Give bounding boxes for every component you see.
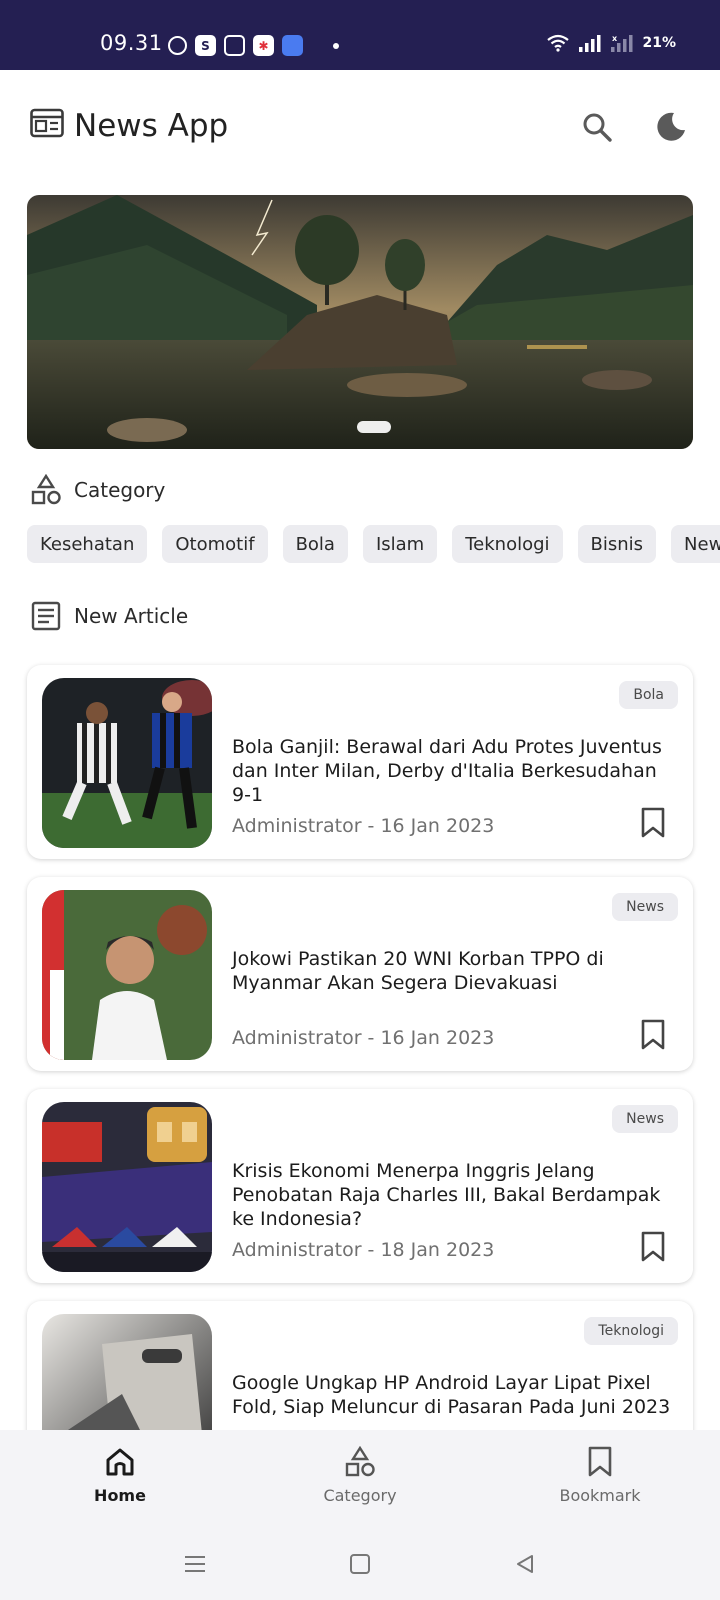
category-chip-list: Kesehatan Otomotif Bola Islam Teknologi …	[27, 525, 720, 563]
category-chip-bola[interactable]: Bola	[282, 525, 348, 563]
bookmark-button[interactable]	[635, 1229, 671, 1265]
whatsapp-icon	[168, 36, 187, 55]
bookmark-icon	[641, 807, 665, 838]
system-navigation-bar	[0, 1525, 720, 1600]
bookmark-icon	[588, 1446, 612, 1477]
nav-bookmark[interactable]: Bookmark	[480, 1430, 720, 1525]
signal-2-icon: x	[611, 34, 633, 52]
square-icon	[350, 1554, 370, 1574]
signal-icon	[579, 35, 601, 52]
app-icon: ✱	[253, 35, 274, 56]
home-system-button[interactable]	[347, 1551, 373, 1577]
recent-apps-button[interactable]	[182, 1551, 208, 1577]
nav-home[interactable]: Home	[0, 1430, 240, 1525]
article-title: Google Ungkap HP Android Layar Lipat Pix…	[232, 1372, 671, 1418]
article-title: Bola Ganjil: Berawal dari Adu Protes Juv…	[232, 736, 662, 806]
bookmark-button[interactable]	[635, 1017, 671, 1053]
nav-category-label: Category	[323, 1486, 397, 1505]
category-section-title: Category	[74, 478, 166, 502]
nav-bookmark-label: Bookmark	[559, 1486, 641, 1505]
bookmark-icon	[641, 1231, 665, 1262]
article-thumbnail	[42, 1102, 212, 1272]
article-category-tag: Bola	[619, 681, 678, 709]
theme-toggle-button[interactable]	[650, 106, 692, 148]
article-card[interactable]: News Krisis Ekonomi Menerpa Inggris Jela…	[27, 1089, 693, 1283]
search-icon	[583, 113, 612, 142]
back-button[interactable]	[512, 1551, 538, 1577]
more-notifications-dot	[333, 42, 339, 49]
home-icon	[106, 1448, 134, 1476]
status-time: 09.31	[100, 31, 163, 55]
article-card[interactable]: Bola Bola Ganjil: Berawal dari Adu Prote…	[27, 665, 693, 859]
messenger-icon	[282, 35, 303, 56]
nav-category[interactable]: Category	[240, 1430, 480, 1525]
article-meta: Administrator - 16 Jan 2023	[232, 1027, 495, 1049]
featured-banner[interactable]	[27, 195, 693, 449]
banner-image	[27, 195, 693, 449]
category-section-header: Category	[30, 474, 165, 506]
notification-icons: S ✱	[168, 35, 339, 56]
category-chip-news[interactable]: News	[671, 525, 720, 563]
article-thumbnail	[42, 890, 212, 1060]
copy-icon	[224, 35, 245, 56]
search-button[interactable]	[576, 106, 618, 148]
bookmark-icon	[641, 1019, 665, 1050]
article-thumbnail	[42, 678, 212, 848]
category-chip-teknologi[interactable]: Teknologi	[452, 525, 563, 563]
banner-page-indicator	[357, 421, 391, 433]
category-chip-bisnis[interactable]: Bisnis	[577, 525, 657, 563]
article-card[interactable]: News Jokowi Pastikan 20 WNI Korban TPPO …	[27, 877, 693, 1071]
newspaper-icon	[30, 108, 64, 142]
menu-icon	[185, 1556, 205, 1572]
article-title: Jokowi Pastikan 20 WNI Korban TPPO di My…	[232, 948, 604, 994]
battery-text: 21%	[642, 35, 676, 51]
app-title: News App	[74, 108, 229, 144]
category-chip-otomotif[interactable]: Otomotif	[162, 525, 268, 563]
article-meta: Administrator - 16 Jan 2023	[232, 815, 495, 837]
article-icon	[31, 601, 61, 631]
shop-icon: S	[195, 35, 216, 56]
article-title: Krisis Ekonomi Menerpa Inggris Jelang Pe…	[232, 1160, 661, 1230]
back-triangle-icon	[517, 1555, 533, 1573]
svg-text:x: x	[612, 34, 618, 43]
shapes-icon	[31, 474, 61, 505]
shapes-icon	[345, 1446, 375, 1477]
article-section-title: New Article	[74, 604, 189, 628]
moon-icon	[657, 112, 685, 141]
nav-home-label: Home	[94, 1486, 146, 1505]
wifi-icon	[547, 34, 570, 52]
article-category-tag: Teknologi	[584, 1317, 678, 1345]
category-chip-kesehatan[interactable]: Kesehatan	[27, 525, 148, 563]
article-category-tag: News	[612, 893, 678, 921]
article-category-tag: News	[612, 1105, 678, 1133]
app-header: News App	[0, 70, 720, 190]
article-section-header: New Article	[30, 600, 188, 632]
bottom-navigation: Home Category Bookmark	[0, 1430, 720, 1525]
system-indicators: x 21%	[546, 34, 676, 52]
category-chip-islam[interactable]: Islam	[362, 525, 438, 563]
bookmark-button[interactable]	[635, 805, 671, 841]
article-meta: Administrator - 18 Jan 2023	[232, 1239, 495, 1261]
status-bar: 09.31 S ✱ x 21%	[0, 0, 720, 70]
